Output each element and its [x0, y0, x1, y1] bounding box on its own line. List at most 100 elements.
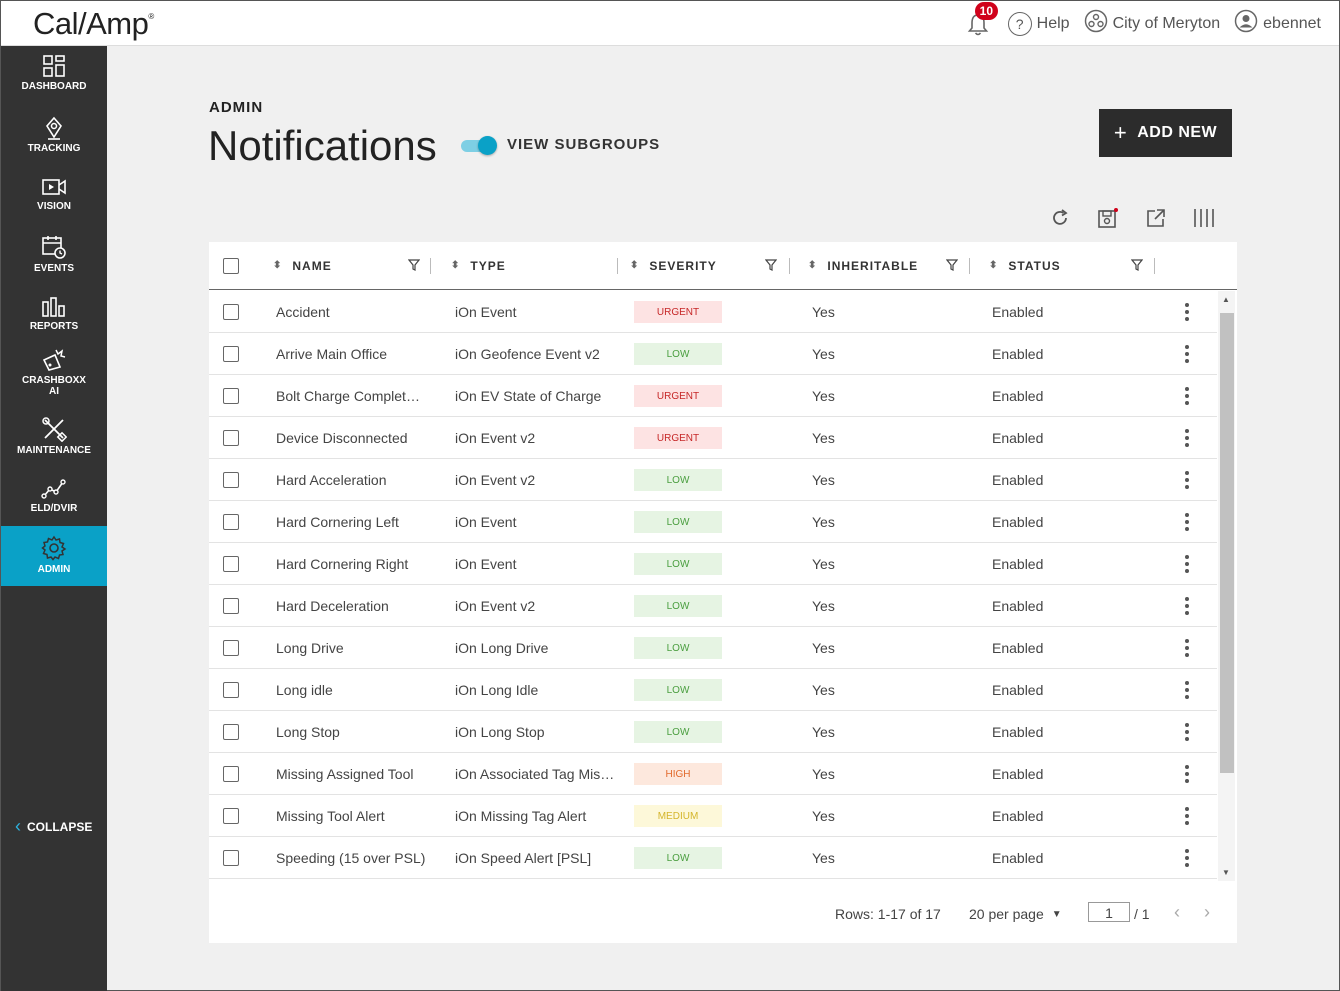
org-selector[interactable]: City of Meryton	[1084, 9, 1221, 38]
column-divider[interactable]	[1154, 258, 1155, 274]
table-row[interactable]: Missing Tool Alert iOn Missing Tag Alert M…	[209, 795, 1217, 837]
per-page-select[interactable]: 20 per page ▼	[969, 906, 1062, 922]
row-menu-icon[interactable]	[1181, 764, 1193, 784]
row-menu-icon[interactable]	[1181, 848, 1193, 868]
row-checkbox[interactable]	[223, 766, 239, 782]
sidebar-item-label: ELD/DVIR	[30, 503, 78, 514]
calamp-logo[interactable]: Cal/Amp®	[33, 6, 154, 42]
row-menu-icon[interactable]	[1181, 638, 1193, 658]
row-checkbox[interactable]	[223, 472, 239, 488]
table-row[interactable]: Long Drive iOn Long Drive LOW Yes Enabled	[209, 627, 1217, 669]
sidebar-item-reports[interactable]: REPORTS	[1, 296, 107, 332]
filter-icon[interactable]	[1131, 259, 1143, 271]
row-checkbox[interactable]	[223, 808, 239, 824]
row-checkbox[interactable]	[223, 346, 239, 362]
cell-inheritable: Yes	[812, 556, 835, 572]
sidebar-item-maintenance[interactable]: MAINTENANCE	[1, 416, 107, 456]
column-header-label: INHERITABLE	[827, 259, 919, 273]
cell-type: iOn EV State of Charge	[455, 388, 602, 404]
notifications-bell-icon[interactable]: 10	[966, 1, 999, 36]
user-menu[interactable]: ebennet	[1234, 9, 1321, 38]
save-view-icon[interactable]	[1095, 205, 1121, 231]
page-number-input[interactable]: 1	[1088, 902, 1130, 922]
row-menu-icon[interactable]	[1181, 806, 1193, 826]
row-menu-icon[interactable]	[1181, 596, 1193, 616]
filter-icon[interactable]	[408, 259, 420, 271]
row-checkbox[interactable]	[223, 682, 239, 698]
row-menu-icon[interactable]	[1181, 470, 1193, 490]
row-menu-icon[interactable]	[1181, 680, 1193, 700]
help-link[interactable]: ? Help	[1007, 11, 1070, 36]
view-subgroups-toggle[interactable]	[461, 136, 497, 155]
table-row[interactable]: Hard Cornering Right iOn Event LOW Yes Enabl…	[209, 543, 1217, 585]
cell-type: iOn Long Idle	[455, 682, 539, 698]
sidebar-item-events[interactable]: EVENTS	[1, 234, 107, 274]
row-checkbox[interactable]	[223, 430, 239, 446]
row-menu-icon[interactable]	[1181, 386, 1193, 406]
column-header-label: STATUS	[1008, 259, 1061, 273]
column-header-inheritable[interactable]: ⬍ INHERITABLE	[808, 242, 918, 290]
row-checkbox[interactable]	[223, 556, 239, 572]
sidebar-item-eld[interactable]: ELD/DVIR	[1, 476, 107, 514]
scrollbar-thumb[interactable]	[1220, 313, 1234, 773]
column-header-label: TYPE	[470, 259, 506, 273]
prev-page-icon[interactable]: ‹	[1174, 902, 1180, 923]
cell-type: iOn Missing Tag Alert	[455, 808, 587, 824]
row-menu-icon[interactable]	[1181, 344, 1193, 364]
filter-icon[interactable]	[765, 259, 777, 271]
select-all-checkbox[interactable]	[223, 258, 239, 274]
table-row[interactable]: Bolt Charge Complet… iOn EV State of Char…	[209, 375, 1217, 417]
column-divider[interactable]	[617, 258, 618, 274]
row-menu-icon[interactable]	[1181, 428, 1193, 448]
sidebar-item-dashboard[interactable]: DASHBOARD	[1, 54, 107, 92]
table-row[interactable]: Accident iOn Event URGENT Yes Enabled	[209, 291, 1217, 333]
table-row[interactable]: Speeding (15 over PSL) iOn Speed Alert [P…	[209, 837, 1217, 879]
row-menu-icon[interactable]	[1181, 554, 1193, 574]
row-checkbox[interactable]	[223, 598, 239, 614]
column-divider[interactable]	[969, 258, 970, 274]
row-menu-icon[interactable]	[1181, 302, 1193, 322]
table-row[interactable]: Hard Acceleration iOn Event v2 LOW Yes Enabl…	[209, 459, 1217, 501]
org-label: City of Meryton	[1112, 14, 1221, 32]
column-divider[interactable]	[430, 258, 431, 274]
next-page-icon[interactable]: ›	[1204, 902, 1210, 923]
row-menu-icon[interactable]	[1181, 722, 1193, 742]
sidebar-item-admin[interactable]: ADMIN	[1, 526, 107, 586]
column-header-name[interactable]: ⬍ NAME	[273, 242, 332, 290]
cell-inheritable: Yes	[812, 388, 835, 404]
table-row[interactable]: Arrive Main Office iOn Geofence Event v2 L…	[209, 333, 1217, 375]
row-menu-icon[interactable]	[1181, 512, 1193, 532]
add-new-button[interactable]: + ADD NEW	[1099, 109, 1232, 157]
column-header-severity[interactable]: ⬍ SEVERITY	[630, 242, 717, 290]
cell-name: Bolt Charge Complet…	[276, 388, 420, 404]
table-row[interactable]: Missing Assigned Tool iOn Associated Tag …	[209, 753, 1217, 795]
row-checkbox[interactable]	[223, 304, 239, 320]
export-icon[interactable]	[1143, 205, 1169, 231]
table-row[interactable]: Long Stop iOn Long Stop LOW Yes Enabled	[209, 711, 1217, 753]
scroll-up-arrow-icon[interactable]: ▲	[1222, 295, 1230, 304]
row-checkbox[interactable]	[223, 850, 239, 866]
table-scrollbar[interactable]: ▲ ▼	[1218, 291, 1235, 881]
column-header-type[interactable]: ⬍ TYPE	[451, 242, 506, 290]
sidebar-item-tracking[interactable]: TRACKING	[1, 116, 107, 154]
table-row[interactable]: Hard Cornering Left iOn Event LOW Yes Enable…	[209, 501, 1217, 543]
table-row[interactable]: Device Disconnected iOn Event v2 URGENT Yes…	[209, 417, 1217, 459]
collapse-sidebar-button[interactable]: ‹ COLLAPSE	[15, 816, 92, 837]
filter-icon[interactable]	[946, 259, 958, 271]
severity-badge: LOW	[634, 637, 722, 659]
sidebar-item-crashboxx[interactable]: CRASHBOXX AI	[1, 348, 107, 397]
cell-type: iOn Event	[455, 304, 517, 320]
scroll-down-arrow-icon[interactable]: ▼	[1222, 868, 1230, 877]
column-header-status[interactable]: ⬍ STATUS	[989, 242, 1061, 290]
sidebar-item-vision[interactable]: VISION	[1, 176, 107, 212]
row-checkbox[interactable]	[223, 514, 239, 530]
table-row[interactable]: Hard Deceleration iOn Event v2 LOW Yes Enabl…	[209, 585, 1217, 627]
table-row[interactable]: Long idle iOn Long Idle LOW Yes Enabled	[209, 669, 1217, 711]
row-checkbox[interactable]	[223, 388, 239, 404]
refresh-icon[interactable]	[1047, 205, 1073, 231]
columns-icon[interactable]	[1191, 205, 1217, 231]
column-divider[interactable]	[789, 258, 790, 274]
eld-icon	[41, 479, 66, 499]
row-checkbox[interactable]	[223, 724, 239, 740]
row-checkbox[interactable]	[223, 640, 239, 656]
